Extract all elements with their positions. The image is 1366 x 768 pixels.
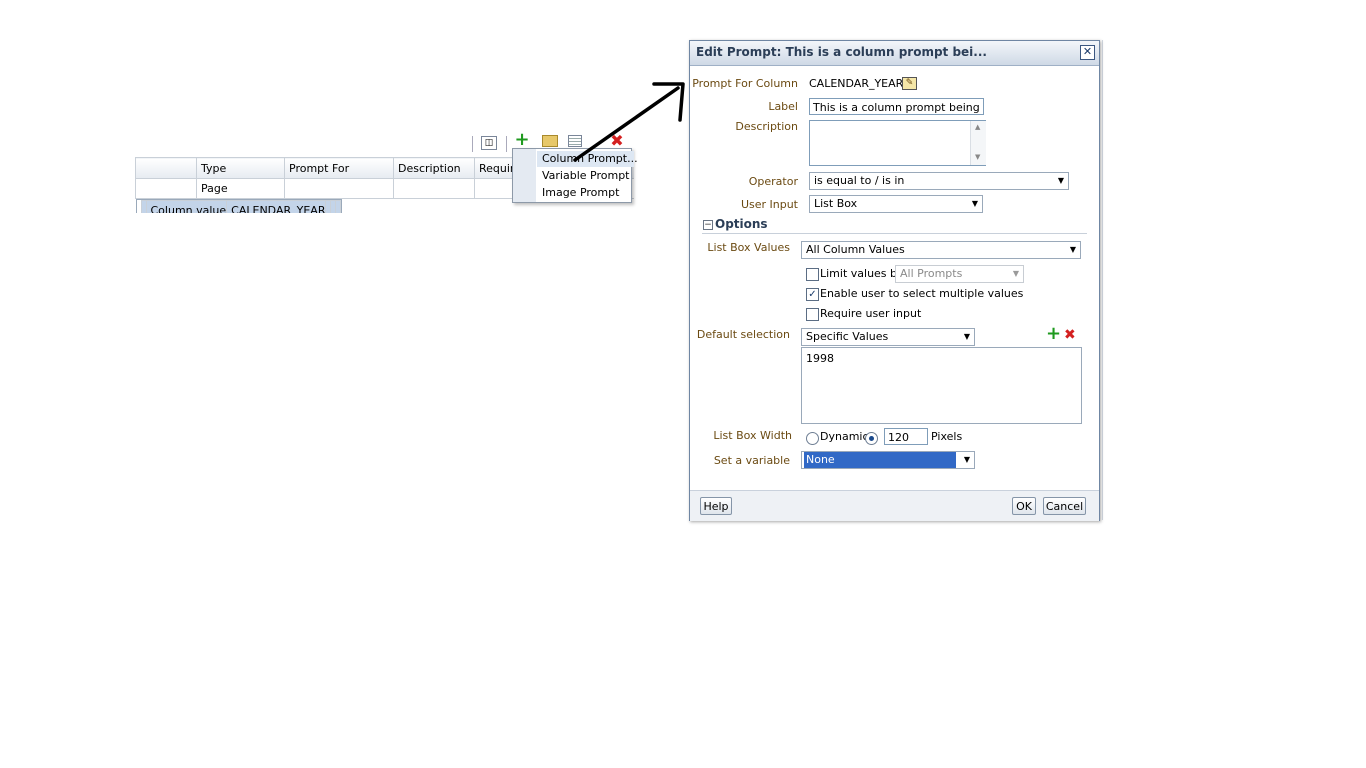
chevron-down-icon: ▼ [1057,176,1064,185]
grid-header-prompt-for[interactable]: Prompt For [284,157,394,179]
description-scrollbar[interactable]: ▲ ▼ [970,121,986,165]
label-field-label: Label [768,100,798,113]
grid-header-type[interactable]: Type [196,157,285,179]
options-header: Options [715,217,768,231]
grid-cell-type: Column value [145,200,228,213]
width-pixels-radio[interactable] [865,432,878,445]
list-box-values-select[interactable]: All Column Values ▼ [801,241,1081,259]
grid-cell [135,178,197,199]
chevron-down-icon: ▼ [1069,245,1076,254]
grid-cell-prompt-for: CALENDAR_YEAR [226,200,327,213]
edit-prompt-dialog: Edit Prompt: This is a column prompt bei… [689,40,1100,521]
grid-cell-type: Page [196,178,285,199]
set-variable-select[interactable]: None ▼ [801,451,975,469]
grid-header-description[interactable]: Description [393,157,475,179]
list-box-values-value: All Column Values [806,243,905,256]
default-selection-label: Default selection [696,328,790,341]
description-textarea[interactable] [809,120,986,166]
default-selection-select[interactable]: Specific Values ▼ [801,328,975,346]
help-button[interactable]: Help [700,497,732,515]
default-selection-value: Specific Values [806,330,889,343]
limit-values-value: All Prompts [900,267,963,280]
user-input-select[interactable]: List Box ▼ [809,195,983,213]
multi-select-checkbox[interactable]: ✓ [806,288,819,301]
add-value-icon[interactable]: + [1046,325,1061,343]
menu-icon-strip [513,149,536,202]
multi-select-label: Enable user to select multiple values [820,287,1024,300]
description-label: Description [735,120,798,133]
label-input[interactable]: This is a column prompt being built c [809,98,984,115]
width-dynamic-label: Dynamic [820,430,869,443]
remove-value-icon[interactable]: ✖ [1064,327,1076,343]
grid-cell [393,178,475,199]
ok-button[interactable]: OK [1012,497,1036,515]
chevron-down-icon: ▼ [963,455,970,464]
menu-item-variable-prompt[interactable]: Variable Prompt [542,168,630,184]
width-input[interactable]: 120 [884,428,928,445]
list-box-width-label: List Box Width [713,429,792,442]
grid-header [135,157,197,179]
set-variable-value: None [804,452,956,468]
dialog-titlebar[interactable]: Edit Prompt: This is a column prompt bei… [690,41,1099,66]
dialog-title: Edit Prompt: This is a column prompt bei… [696,45,987,59]
user-input-value: List Box [814,197,858,210]
user-input-label: User Input [740,198,798,211]
list-box-values-label: List Box Values [707,241,790,254]
add-prompt-icon[interactable]: + [514,131,530,149]
edit-column-icon[interactable]: ✎ [902,77,917,90]
chevron-down-icon: ▼ [1012,269,1019,278]
prompt-for-column-value: CALENDAR_YEAR [809,77,904,90]
chevron-down-icon: ▼ [963,332,970,341]
operator-label: Operator [748,175,798,188]
width-dynamic-radio[interactable] [806,432,819,445]
limit-values-checkbox[interactable] [806,268,819,281]
chevron-down-icon: ▼ [971,199,978,208]
toolbar-separator [506,136,507,152]
dialog-footer: Help OK Cancel [690,490,1099,521]
operator-select[interactable]: is equal to / is in ▼ [809,172,1069,190]
table-row[interactable]: Column value CALENDAR_YEAR [135,199,343,213]
prompt-for-column-label: Prompt For Column [692,77,798,90]
scroll-down-icon[interactable]: ▼ [975,153,980,161]
menu-item-image-prompt[interactable]: Image Prompt [542,185,619,201]
limit-values-label: Limit values by [820,267,904,280]
toolbar-separator [472,136,473,152]
default-values-list[interactable]: 1998 [801,347,1082,424]
require-input-label: Require user input [820,307,922,320]
grid-cell [335,200,342,213]
close-icon[interactable]: ✕ [1080,45,1095,60]
preview-icon[interactable]: ◫ [481,136,497,150]
list-item[interactable]: 1998 [806,352,834,365]
grid-cell [284,178,394,199]
cancel-button[interactable]: Cancel [1043,497,1086,515]
annotation-arrow [573,82,685,162]
set-variable-label: Set a variable [713,454,790,467]
options-divider [702,233,1087,234]
insert-page-icon[interactable] [542,135,558,147]
require-input-checkbox[interactable] [806,308,819,321]
scroll-up-icon[interactable]: ▲ [975,123,980,131]
width-unit-label: Pixels [931,430,963,443]
limit-values-select[interactable]: All Prompts ▼ [895,265,1024,283]
collapse-icon[interactable]: − [703,220,713,230]
operator-value: is equal to / is in [814,174,905,187]
